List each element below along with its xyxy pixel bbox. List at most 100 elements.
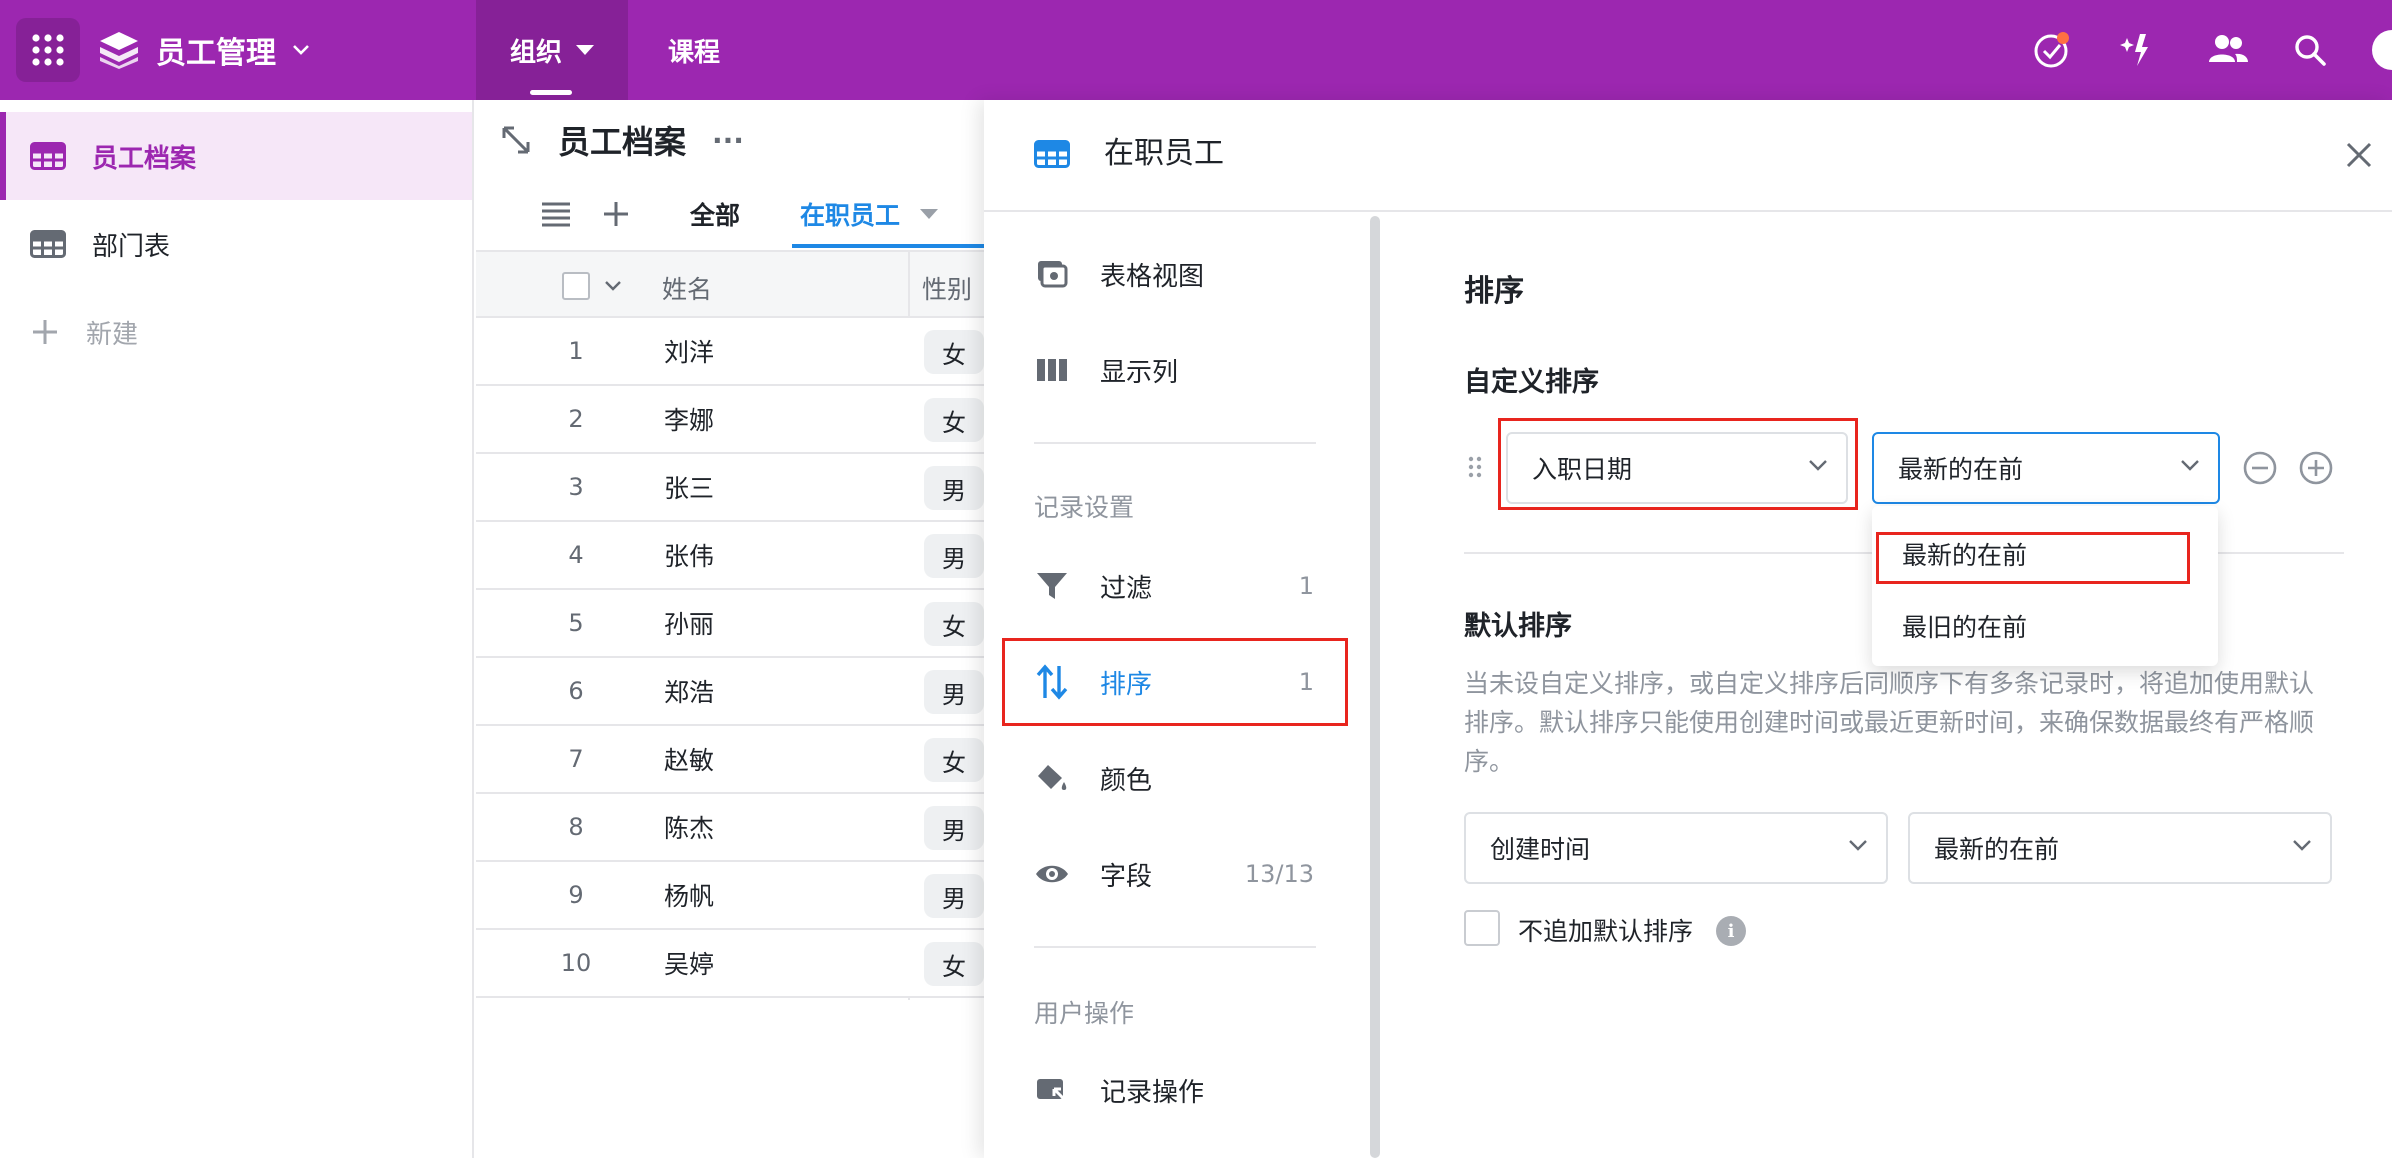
sidebar-item-department[interactable]: 部门表 <box>0 200 472 288</box>
ai-assist-button[interactable] <box>2116 26 2164 74</box>
table-row[interactable]: 2 李娜 女 <box>476 386 986 454</box>
cell-name[interactable]: 陈杰 <box>664 794 714 860</box>
cell-name[interactable]: 郑浩 <box>664 658 714 724</box>
table-view-settings-icon <box>1038 261 1068 288</box>
cell-gender-tag[interactable]: 男 <box>924 466 984 510</box>
columns-icon <box>1037 359 1067 381</box>
cell-gender-tag[interactable]: 男 <box>924 806 984 850</box>
sort-field-highlight-box <box>1498 418 1858 510</box>
cell-gender-tag[interactable]: 男 <box>924 534 984 578</box>
chevron-down-icon <box>2293 840 2311 851</box>
cell-gender-tag[interactable]: 男 <box>924 874 984 918</box>
cell-name[interactable]: 吴婷 <box>664 930 714 996</box>
select-all-checkbox[interactable] <box>562 272 590 300</box>
row-index: 2 <box>568 405 584 433</box>
sort-order-select[interactable]: 最新的在前 <box>1872 432 2220 504</box>
panel-nav-record-actions[interactable]: 记录操作 <box>1034 1060 1314 1120</box>
members-button[interactable] <box>2204 26 2252 74</box>
sidebar-new-button[interactable]: 新建 <box>0 288 472 376</box>
cell-gender-tag[interactable]: 女 <box>924 330 984 374</box>
table-row[interactable]: 3 张三 男 <box>476 454 986 522</box>
paint-bucket-icon <box>1038 765 1067 790</box>
top-bar: 员工管理 组织 课程 <box>0 0 2392 100</box>
view-tabs: 全部 在职员工 <box>540 184 939 244</box>
remove-sort-icon[interactable] <box>2242 450 2278 486</box>
tab-all[interactable]: 全部 <box>690 196 740 232</box>
cell-name[interactable]: 刘洋 <box>664 318 714 384</box>
panel-nav-display-columns[interactable]: 显示列 <box>1034 340 1314 400</box>
panel-nav-group-record: 记录设置 <box>1034 493 1135 522</box>
panel-nav-label: 记录操作 <box>1100 1077 1205 1108</box>
cell-gender-tag[interactable]: 女 <box>924 942 984 986</box>
cell-gender-tag[interactable]: 男 <box>924 670 984 714</box>
table-row[interactable]: 1 刘洋 女 <box>476 318 986 386</box>
table-row[interactable]: 6 郑浩 男 <box>476 658 986 726</box>
cell-name[interactable]: 杨帆 <box>664 862 714 928</box>
cell-name[interactable]: 赵敏 <box>664 726 714 792</box>
default-sort-description: 当未设自定义排序，或自定义排序后同顺序下有多条记录时，将追加使用默认排序。默认排… <box>1464 669 2315 776</box>
search-button[interactable] <box>2286 26 2334 74</box>
panel-nav-label: 过滤 <box>1100 573 1153 604</box>
default-sort-field-value: 创建时间 <box>1490 835 1591 864</box>
apps-grid-button[interactable] <box>16 18 80 82</box>
no-default-sort-checkbox[interactable] <box>1464 910 1500 946</box>
tab-active-employees[interactable]: 在职员工 <box>800 196 900 232</box>
cell-gender-tag[interactable]: 女 <box>924 738 984 782</box>
table-view-icon <box>1034 140 1070 168</box>
table-row[interactable]: 7 赵敏 女 <box>476 726 986 794</box>
nav-tab-organization[interactable]: 组织 <box>476 0 628 100</box>
panel-nav-scrollbar[interactable] <box>1370 216 1380 1158</box>
sort-order-value: 最新的在前 <box>1898 455 2024 484</box>
panel-nav-label: 显示列 <box>1100 357 1179 388</box>
app-switcher[interactable]: 员工管理 <box>98 22 310 78</box>
caret-down-icon[interactable] <box>920 209 939 219</box>
row-index: 4 <box>568 541 584 569</box>
cell-name[interactable]: 孙丽 <box>664 590 714 656</box>
close-icon[interactable] <box>2344 140 2374 170</box>
drag-handle-icon[interactable] <box>1468 456 1482 478</box>
nav-tab-course[interactable]: 课程 <box>668 0 720 100</box>
default-sort-field-select[interactable]: 创建时间 <box>1464 812 1888 884</box>
cell-gender-tag[interactable]: 女 <box>924 398 984 442</box>
chevron-down-icon[interactable] <box>604 280 622 292</box>
chevron-down-icon <box>2181 460 2199 471</box>
record-action-icon <box>1037 1079 1068 1103</box>
fields-count: 13/13 <box>1244 860 1314 888</box>
panel-nav-fields[interactable]: 字段 13/13 <box>1034 844 1314 904</box>
panel-nav-table-view[interactable]: 表格视图 <box>1034 244 1314 304</box>
panel-nav-color[interactable]: 颜色 <box>1034 748 1314 808</box>
cell-name[interactable]: 张伟 <box>664 522 714 588</box>
task-check-icon <box>2034 32 2069 68</box>
table-row[interactable]: 10 吴婷 女 <box>476 930 986 998</box>
cell-gender-tag[interactable]: 女 <box>924 602 984 646</box>
more-icon[interactable]: ··· <box>712 124 744 157</box>
tasks-button[interactable] <box>2028 26 2076 74</box>
cell-name[interactable]: 张三 <box>664 454 714 520</box>
row-index: 1 <box>568 337 584 365</box>
sidebar-item-label: 新建 <box>86 319 139 350</box>
table-row[interactable]: 8 陈杰 男 <box>476 794 986 862</box>
default-sort-order-select[interactable]: 最新的在前 <box>1908 812 2332 884</box>
column-header-name[interactable]: 姓名 <box>662 270 712 306</box>
no-default-sort-label[interactable]: 不追加默认排序 <box>1518 912 1693 948</box>
table-row[interactable]: 4 张伟 男 <box>476 522 986 590</box>
cell-name[interactable]: 李娜 <box>664 386 714 452</box>
info-icon[interactable]: i <box>1716 916 1746 946</box>
chevron-down-icon <box>1849 840 1867 851</box>
sidebar-item-label: 部门表 <box>92 231 171 262</box>
row-index: 6 <box>568 677 584 705</box>
expand-icon[interactable] <box>500 124 532 156</box>
menu-list-icon[interactable] <box>540 201 572 227</box>
add-view-icon[interactable] <box>602 200 630 228</box>
table-row[interactable]: 5 孙丽 女 <box>476 590 986 658</box>
table-row[interactable]: 9 杨帆 男 <box>476 862 986 930</box>
dropdown-option-oldest[interactable]: 最旧的在前 <box>1902 608 2027 644</box>
plus-icon <box>33 320 57 344</box>
panel-nav-filter[interactable]: 过滤 1 <box>1034 556 1314 616</box>
nav-active-indicator <box>530 90 572 95</box>
add-sort-icon[interactable] <box>2298 450 2334 486</box>
sidebar-item-employee-records[interactable]: 员工档案 <box>0 112 472 200</box>
avatar-icon[interactable] <box>2372 30 2392 70</box>
row-index: 8 <box>568 813 584 841</box>
column-header-gender[interactable]: 性别 <box>922 270 972 306</box>
